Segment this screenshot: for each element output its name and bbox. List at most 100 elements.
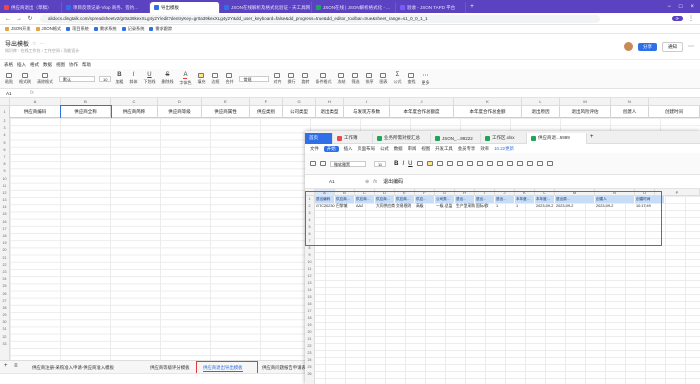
size-select[interactable]: 11 [374, 160, 387, 167]
select-all-corner[interactable] [0, 98, 10, 106]
new-tab-icon[interactable]: + [590, 134, 594, 140]
cell-reference[interactable]: A1 [0, 91, 30, 96]
menu-data[interactable]: 数据 [394, 146, 403, 152]
bold-icon[interactable]: B [394, 161, 398, 167]
menu-page-layout[interactable]: 页面布局 [357, 146, 375, 152]
menu-review[interactable]: 审阅 [408, 146, 417, 152]
doc-title[interactable]: 导出模板 [5, 39, 29, 48]
format-painter-button[interactable]: 格式刷 [19, 72, 31, 85]
window-tab[interactable]: 工作区.xlsx [481, 132, 527, 144]
row-number[interactable]: 3 [0, 125, 9, 132]
update-notice[interactable]: 10.22更新 [494, 146, 514, 152]
bold-button[interactable]: B 加粗 [115, 72, 123, 85]
chart-button[interactable]: 图表 [379, 72, 387, 85]
col-header[interactable]: D [158, 98, 202, 106]
row-number[interactable]: 10 [305, 259, 314, 266]
row-number[interactable]: 14 [0, 204, 9, 211]
header-cell[interactable]: 供应商简称 [111, 106, 158, 118]
row-number[interactable]: 20 [305, 329, 314, 336]
url-input[interactable]: alidocs.dingtalk.com/spreadsheetv2/gr0a3… [40, 15, 600, 23]
menu-view[interactable]: 视图 [421, 146, 430, 152]
browser-tab-active[interactable]: 导出模板 [150, 2, 220, 13]
row-col-icon[interactable] [546, 161, 553, 166]
sort-button[interactable]: 排序 [365, 72, 373, 85]
close-window-icon[interactable]: × [690, 4, 694, 10]
menu-table[interactable]: 表格 [4, 62, 13, 68]
row-number[interactable]: 18 [305, 315, 314, 322]
row-number[interactable]: 32 [0, 334, 9, 341]
back-icon[interactable]: ← [5, 16, 11, 22]
row-number[interactable]: 21 [0, 255, 9, 262]
row-number[interactable]: 25 [0, 283, 9, 290]
sheet-tab[interactable]: 供应商注册-采购准入申请-供应商准入模板 [32, 363, 114, 372]
row-number[interactable]: 19 [0, 240, 9, 247]
col-header[interactable]: B [61, 98, 111, 106]
formula-button[interactable]: Σ 公式 [393, 72, 401, 85]
conditional-icon[interactable] [476, 161, 483, 166]
row-number[interactable]: 17 [305, 308, 314, 315]
header-cell[interactable]: 退出风险评估 [560, 106, 611, 118]
row-number[interactable]: 21 [305, 336, 314, 343]
row-number[interactable]: 22 [305, 343, 314, 350]
row-number[interactable]: 22 [0, 262, 9, 269]
row-number[interactable]: 28 [0, 305, 9, 312]
row-number[interactable]: 14 [305, 287, 314, 294]
row-number[interactable]: 33 [0, 341, 9, 348]
row-number[interactable]: 19 [305, 322, 314, 329]
sum-icon[interactable] [496, 161, 503, 166]
menu-home[interactable]: 开始 [323, 145, 339, 152]
row-number[interactable]: 8 [305, 245, 314, 252]
row-number[interactable]: 31 [0, 326, 9, 333]
header-cell[interactable]: 供应商等级 [158, 106, 202, 118]
star-icon[interactable]: ☆ [32, 41, 36, 47]
header-cell[interactable]: 供应商编码 [10, 106, 61, 118]
align-icon[interactable] [436, 161, 443, 166]
browser-tab[interactable]: 项目反馈记录-Vlop 商务、签约... [62, 2, 150, 13]
row-number[interactable]: 23 [0, 269, 9, 276]
row-number[interactable]: 16 [305, 301, 314, 308]
share-button[interactable]: 分享 [638, 42, 657, 51]
conditional-format-button[interactable]: 条件格式 [315, 72, 331, 85]
border-button[interactable]: 边框 [211, 72, 219, 85]
browser-tab[interactable]: 验收 - JSON TAPD 平台 [396, 2, 466, 13]
update-button[interactable]: ⟳ [671, 16, 683, 21]
minimize-icon[interactable]: − [667, 4, 671, 10]
breadcrumb[interactable]: 知识库 · 在线工作台 / 工作空间 / 功能设计 [5, 48, 79, 54]
col-header[interactable]: L [522, 98, 560, 106]
menu-data[interactable]: 数据 [43, 62, 52, 68]
menu-insert[interactable]: 插入 [344, 146, 353, 152]
col-header[interactable]: M [560, 98, 611, 106]
italic-button[interactable]: I 斜体 [129, 72, 137, 85]
wrap-icon[interactable] [456, 161, 463, 166]
menu-dev-tools[interactable]: 开发工具 [435, 146, 453, 152]
merge-icon[interactable] [446, 161, 453, 166]
rotate-button[interactable]: 旋转 [301, 72, 309, 85]
row-number[interactable]: 25 [305, 364, 314, 371]
freeze-button[interactable]: 冻结 [337, 72, 345, 85]
bookmark-item[interactable]: 需求跟踪 [149, 26, 172, 32]
forward-icon[interactable]: → [16, 16, 22, 22]
header-cell[interactable]: 与发现方系数 [344, 106, 390, 118]
fill-button[interactable]: 填充 [197, 72, 205, 85]
row-number[interactable]: 13 [305, 280, 314, 287]
menu-efficiency[interactable]: 效率 [480, 146, 489, 152]
menu-vip[interactable]: 会员专享 [458, 146, 476, 152]
notify-button[interactable]: 通知 [662, 41, 683, 52]
row-number[interactable]: 13 [0, 197, 9, 204]
menu-collab[interactable]: 协作 [69, 62, 78, 68]
col-header[interactable]: G [283, 98, 316, 106]
number-format-icon[interactable] [466, 161, 473, 166]
merge-button[interactable]: 合并 [225, 72, 233, 85]
new-tab-icon[interactable]: + [469, 4, 475, 10]
strike-button[interactable]: S 删除线 [161, 72, 173, 85]
menu-help[interactable]: 帮助 [82, 62, 91, 68]
underline-icon[interactable]: U [408, 161, 412, 167]
row-number[interactable]: 7 [0, 154, 9, 161]
window-tab[interactable]: JSON_...99222 [431, 132, 481, 144]
col-header[interactable]: N [611, 98, 649, 106]
clear-format-button[interactable]: 清除格式 [37, 72, 53, 85]
col-header[interactable]: F [250, 98, 283, 106]
bookmark-item[interactable]: JSON格式 [35, 26, 61, 32]
header-cell[interactable]: 供应商属性 [202, 106, 250, 118]
row-number[interactable]: 24 [0, 276, 9, 283]
